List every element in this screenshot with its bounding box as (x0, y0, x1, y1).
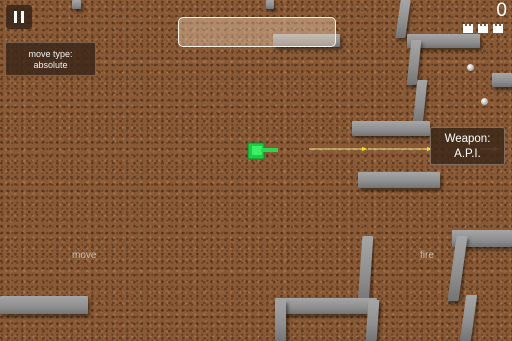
castle-icon (463, 24, 503, 33)
weapon-selector[interactable]: Weapon: A.P.I. (430, 127, 505, 165)
progress-bar (178, 17, 336, 47)
tank-barrel (261, 148, 278, 152)
move-joystick-area[interactable] (0, 200, 180, 341)
move-type-toggle[interactable]: move type: absolute (5, 42, 96, 76)
move-type-label: move type: (28, 49, 73, 59)
pause-button[interactable] (6, 5, 32, 29)
player-tank (247, 142, 278, 160)
projectile-head (362, 147, 368, 151)
pause-icon (21, 11, 24, 23)
weapon-value: A.P.I. (454, 148, 481, 160)
score-counter: 0 (496, 0, 507, 21)
lives-display (463, 21, 505, 36)
tank-turret (252, 146, 262, 155)
pause-icon (14, 11, 17, 23)
fire-joystick-area[interactable] (340, 200, 512, 341)
weapon-label: Weapon: (444, 133, 491, 145)
game-field[interactable]: move type: absolute 0 Weapon: A.P.I. mov… (0, 0, 512, 341)
move-type-value: absolute (33, 60, 68, 70)
